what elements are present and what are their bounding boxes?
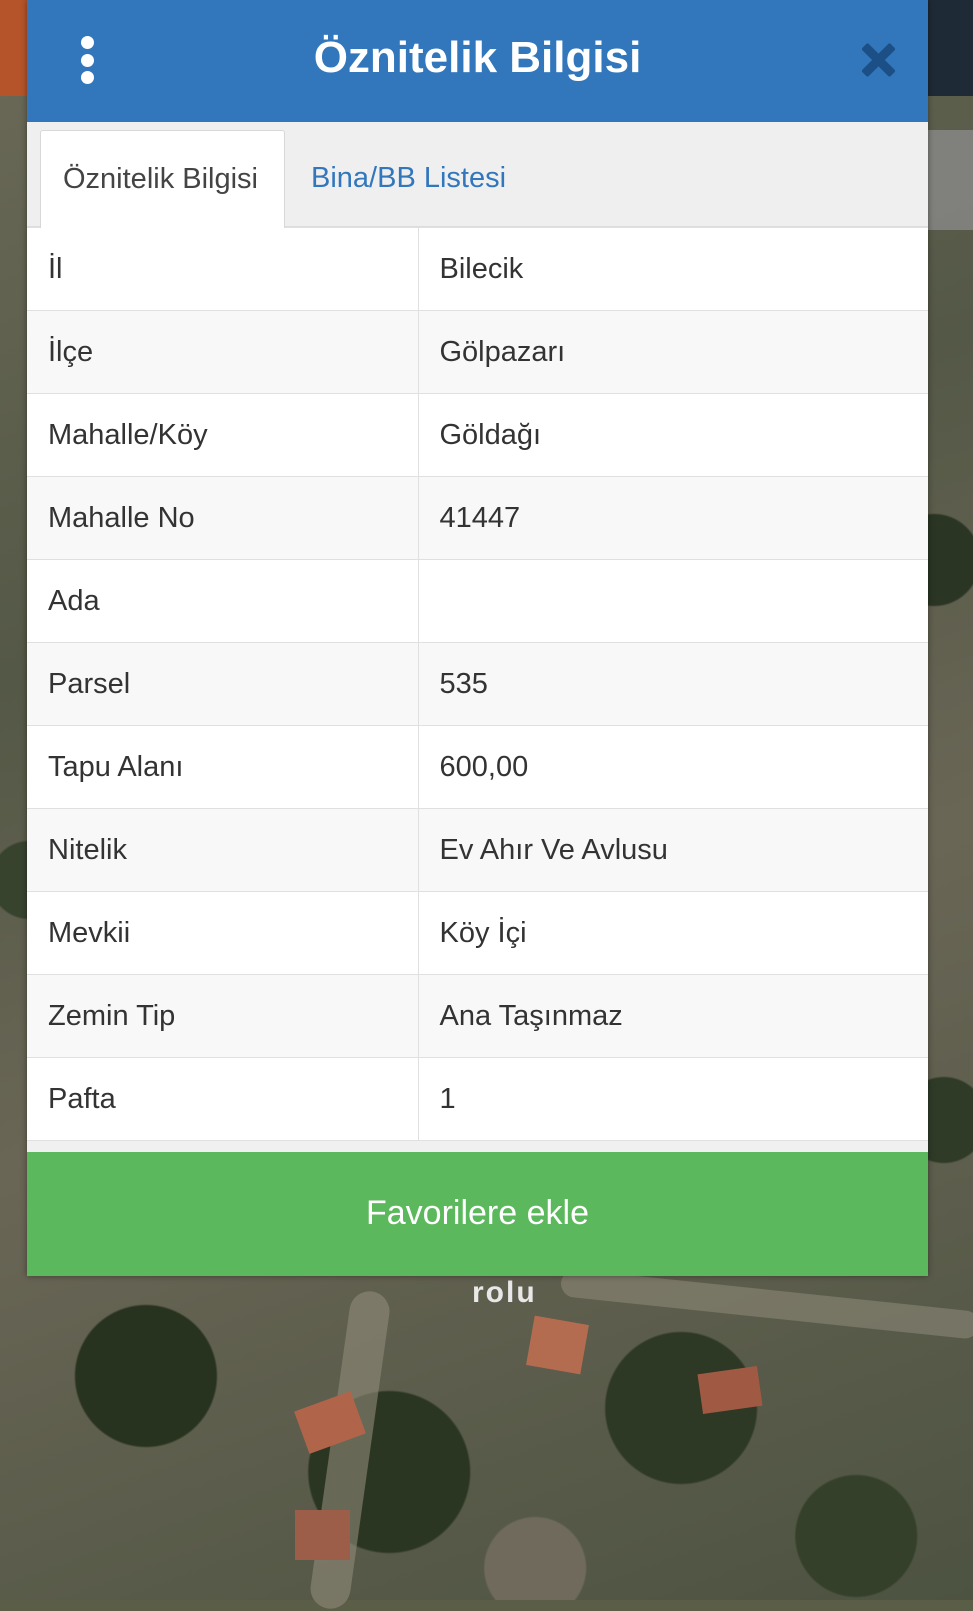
attribute-value: [417, 559, 928, 643]
map-building: [526, 1315, 589, 1375]
tab-building-list[interactable]: Bina/BB Listesi: [289, 130, 528, 226]
attribute-value: Göldağı: [417, 393, 928, 477]
attribute-key: Parsel: [27, 642, 419, 726]
table-row: Nitelik Ev Ahır Ve Avlusu: [27, 808, 928, 892]
attribute-value: Köy İçi: [417, 891, 928, 975]
add-to-favorites-button[interactable]: Favorilere ekle: [27, 1152, 928, 1276]
attribute-value: Ana Taşınmaz: [417, 974, 928, 1058]
dialog-header: Öznitelik Bilgisi: [27, 0, 928, 122]
attribute-value: Ev Ahır Ve Avlusu: [417, 808, 928, 892]
map-building: [295, 1510, 350, 1560]
attribute-value: Gölpazarı: [417, 310, 928, 394]
attribute-value: 600,00: [417, 725, 928, 809]
attribute-value: 535: [417, 642, 928, 726]
table-row: Ada: [27, 559, 928, 643]
background-scroll-handle: [928, 130, 973, 230]
table-row: İlçe Gölpazarı: [27, 310, 928, 394]
map-building: [697, 1366, 763, 1414]
attribute-value: 1: [417, 1057, 928, 1141]
attribute-key: İlçe: [27, 310, 419, 394]
attribute-value: 41447: [417, 476, 928, 560]
tab-bar: Öznitelik Bilgisi Bina/BB Listesi: [27, 122, 928, 228]
tab-attribute-info[interactable]: Öznitelik Bilgisi: [40, 130, 285, 228]
attribute-key: Mahalle/Köy: [27, 393, 419, 477]
attribute-key: Nitelik: [27, 808, 419, 892]
attribute-key: Zemin Tip: [27, 974, 419, 1058]
close-icon[interactable]: [857, 40, 897, 80]
table-row: İl Bilecik: [27, 227, 928, 311]
attribute-dialog: Öznitelik Bilgisi Öznitelik Bilgisi Bina…: [27, 0, 928, 1276]
table-row: Mahalle No 41447: [27, 476, 928, 560]
background-ui-fragment: [0, 0, 27, 96]
table-row: Mevkii Köy İçi: [27, 891, 928, 975]
attribute-value: Bilecik: [417, 227, 928, 311]
attribute-key: Ada: [27, 559, 419, 643]
attribute-table: İl Bilecik İlçe Gölpazarı Mahalle/Köy Gö…: [27, 227, 928, 1141]
table-row: Parsel 535: [27, 642, 928, 726]
attribute-key: Mevkii: [27, 891, 419, 975]
attribute-key: Pafta: [27, 1057, 419, 1141]
table-row: Zemin Tip Ana Taşınmaz: [27, 974, 928, 1058]
background-ui-fragment: [928, 0, 973, 96]
table-row: Pafta 1: [27, 1057, 928, 1141]
table-row: Tapu Alanı 600,00: [27, 725, 928, 809]
table-row: Mahalle/Köy Göldağı: [27, 393, 928, 477]
map-label: rolu: [472, 1276, 537, 1309]
attribute-key: Mahalle No: [27, 476, 419, 560]
attribute-key: Tapu Alanı: [27, 725, 419, 809]
attribute-key: İl: [27, 227, 419, 311]
dialog-title: Öznitelik Bilgisi: [313, 33, 642, 82]
